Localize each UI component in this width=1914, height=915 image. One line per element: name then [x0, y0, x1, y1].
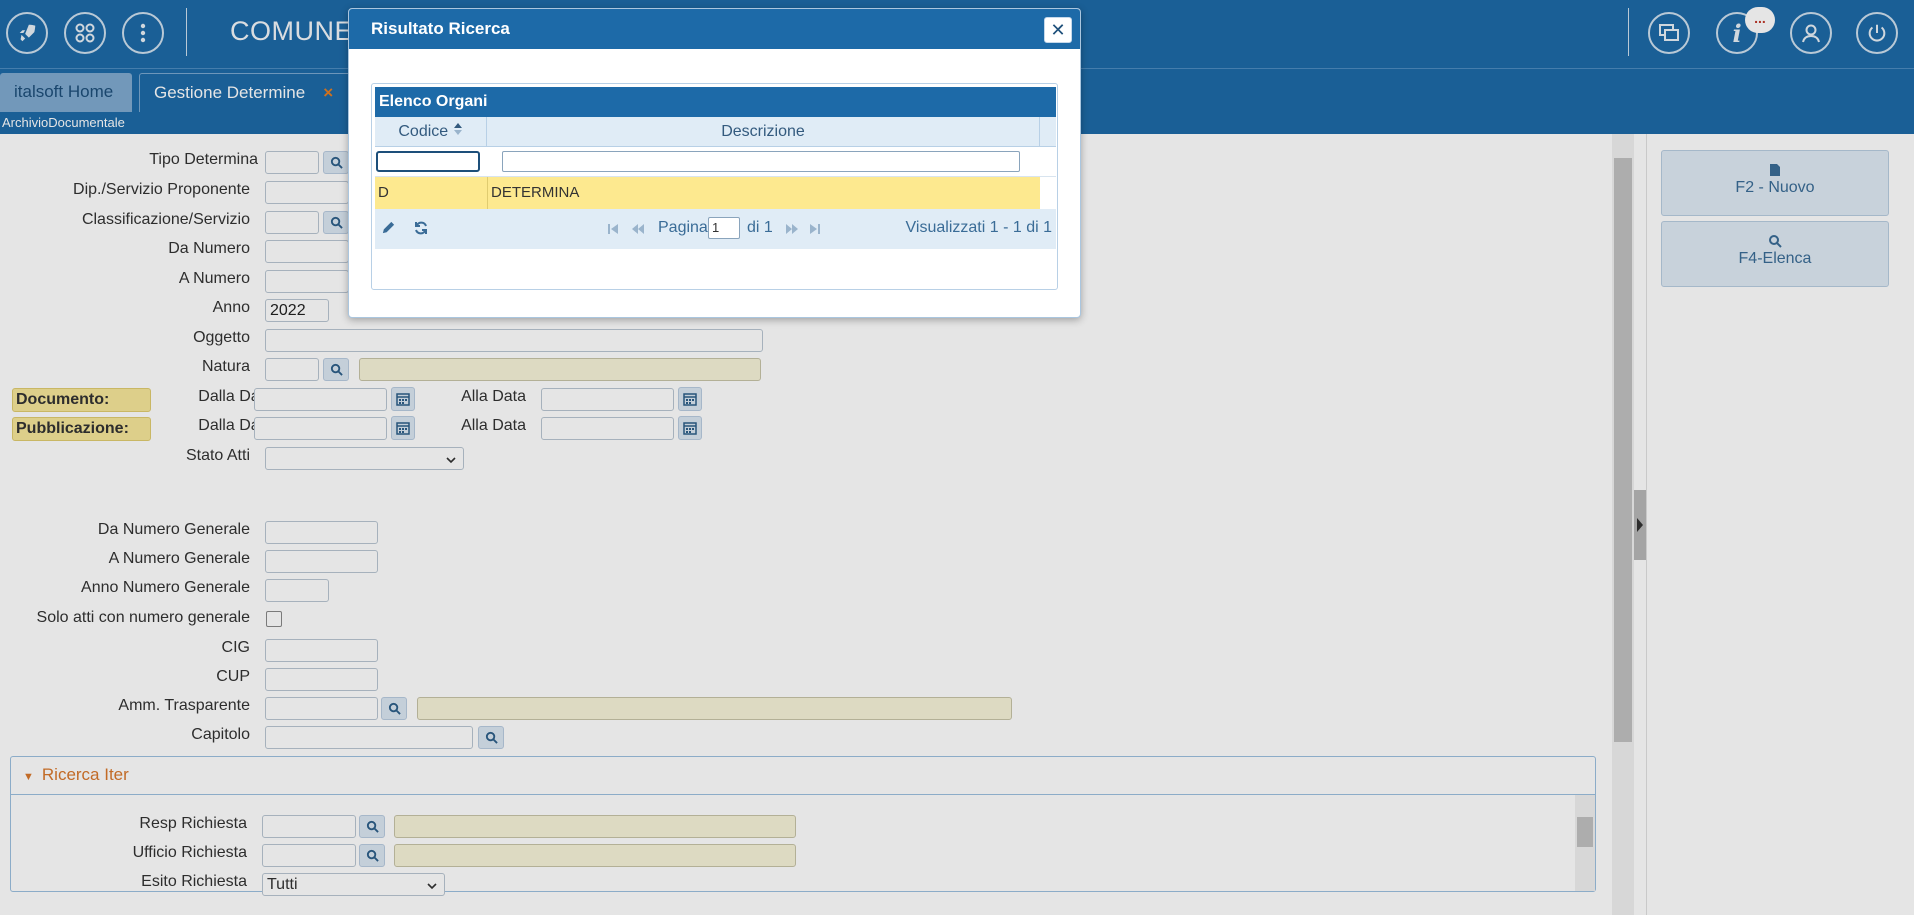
- grid-filter-row: [375, 147, 1056, 177]
- elenco-organi-grid: Elenco Organi Codice Descrizione D DETER…: [371, 83, 1058, 290]
- codice-filter-input[interactable]: [376, 151, 480, 172]
- dialog-header: Risultato Ricerca ✕: [349, 9, 1080, 49]
- sort-icon: [453, 123, 463, 140]
- grid-title: Elenco Organi: [375, 87, 1056, 117]
- close-icon: ✕: [1050, 20, 1066, 40]
- col-codice-header[interactable]: Codice: [375, 117, 487, 146]
- grid-column-headers: Codice Descrizione: [375, 117, 1056, 147]
- col-descrizione-header[interactable]: Descrizione: [487, 117, 1040, 146]
- descrizione-filter-input[interactable]: [502, 151, 1020, 172]
- last-page-icon[interactable]: [809, 222, 821, 240]
- risultato-ricerca-dialog: Risultato Ricerca ✕ Elenco Organi Codice…: [348, 8, 1081, 318]
- page-total-label: di 1: [747, 219, 773, 236]
- edit-icon[interactable]: [381, 220, 396, 240]
- grid-pager: Pagina 1 di 1 Visualizzati 1 - 1 di 1: [375, 209, 1056, 249]
- row-descrizione: DETERMINA: [491, 184, 580, 201]
- pagina-label: Pagina: [658, 219, 708, 236]
- prev-page-icon[interactable]: [631, 222, 645, 240]
- close-button[interactable]: ✕: [1044, 17, 1072, 43]
- table-row[interactable]: D DETERMINA: [375, 177, 1040, 209]
- dialog-title: Risultato Ricerca: [371, 19, 510, 38]
- row-codice: D: [378, 184, 389, 201]
- row-divider: [487, 177, 488, 209]
- next-page-icon[interactable]: [785, 222, 799, 240]
- visualizzati-label: Visualizzati 1 - 1 di 1: [905, 219, 1052, 236]
- first-page-icon[interactable]: [607, 222, 619, 240]
- page-number-input[interactable]: 1: [708, 217, 740, 239]
- col-codice-label: Codice: [398, 123, 449, 140]
- refresh-icon[interactable]: [413, 220, 429, 241]
